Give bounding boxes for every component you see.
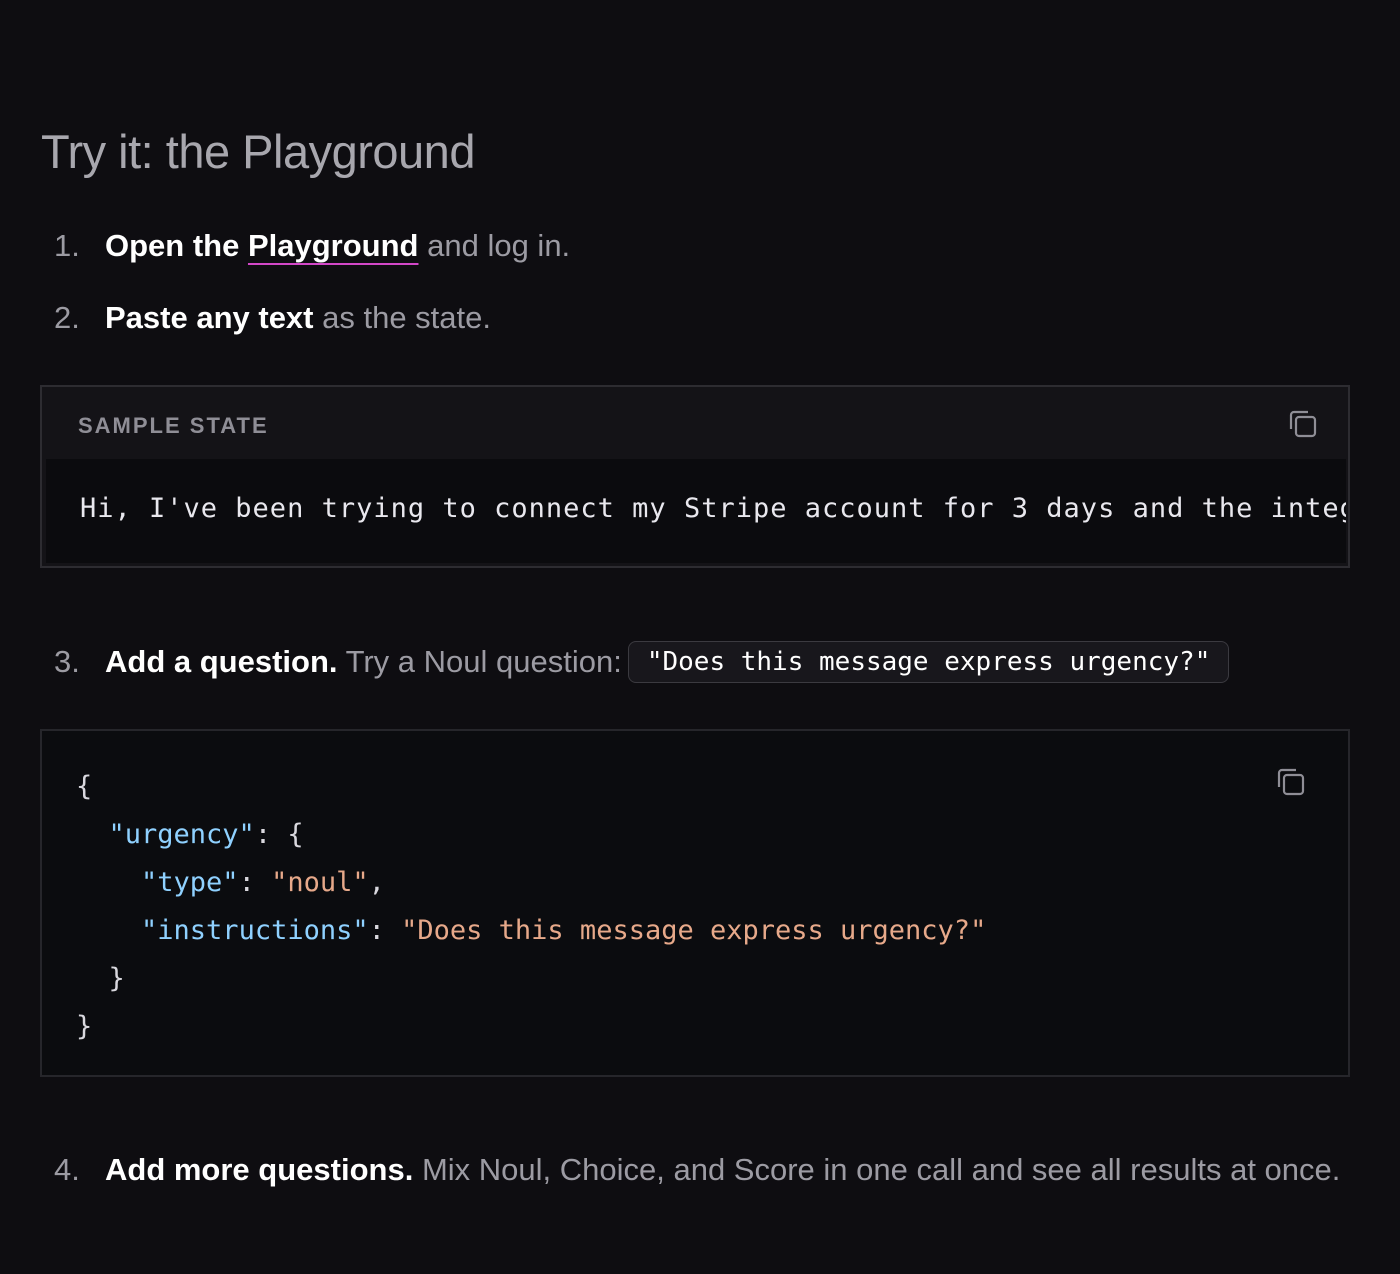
step-text: as the state. <box>322 300 492 335</box>
json-key-urgency: "urgency" <box>108 819 255 850</box>
copy-button[interactable] <box>1286 407 1320 441</box>
step-bold-text: Open the <box>105 228 240 263</box>
json-key-instructions: "instructions" <box>141 915 369 946</box>
copy-button[interactable] <box>1274 765 1308 799</box>
step-text: Try a Noul question: <box>345 644 622 679</box>
json-comma: , <box>368 867 385 898</box>
step-text: and log in. <box>427 228 571 263</box>
step-number: 1. <box>54 228 80 263</box>
sample-state-header: SAMPLE STATE <box>78 413 269 438</box>
json-colon: : <box>238 867 272 898</box>
step-bold-text: Paste any text <box>105 300 314 335</box>
sample-state-text: Hi, I've been trying to connect my Strip… <box>80 493 1346 524</box>
json-inner-close-brace: } <box>108 963 125 994</box>
step-3: 3. Add a question. Try a Noul question: "D… <box>54 634 1354 690</box>
step-2: 2. Paste any text as the state. <box>54 290 1354 346</box>
json-close-brace: } <box>76 1011 93 1042</box>
playground-link[interactable]: Playground <box>248 228 419 263</box>
json-colon: : <box>368 915 402 946</box>
step-number: 4. <box>54 1152 80 1187</box>
inline-code-question: "Does this message express urgency?" <box>627 641 1230 683</box>
step-number: 3. <box>54 644 80 679</box>
step-number: 2. <box>54 300 80 335</box>
json-punctuation: : { <box>254 819 304 850</box>
step-4: 4. Add more questions. Mix Noul, Choice, … <box>54 1142 1400 1198</box>
copy-icon <box>1277 768 1305 796</box>
json-code: { "urgency": { "type": "noul", "instruct… <box>76 763 986 1051</box>
copy-icon <box>1289 410 1317 438</box>
json-code-block: { "urgency": { "type": "noul", "instruct… <box>40 729 1350 1077</box>
json-value-type: "noul" <box>271 867 369 898</box>
step-1: 1. Open the Playground and log in. <box>54 218 1354 274</box>
step-bold-text: Add a question. <box>105 644 338 679</box>
step-text: Mix Noul, Choice, and Score in one call … <box>421 1152 1341 1187</box>
json-key-type: "type" <box>141 867 239 898</box>
json-open-brace: { <box>76 771 93 802</box>
sample-state-body[interactable]: Hi, I've been trying to connect my Strip… <box>46 459 1346 563</box>
page-title: Try it: the Playground <box>41 125 475 178</box>
json-value-instructions: "Does this message express urgency?" <box>401 915 987 946</box>
sample-state-block: SAMPLE STATE Hi, I've been trying to con… <box>40 385 1350 568</box>
step-bold-text: Add more questions. <box>105 1152 414 1187</box>
